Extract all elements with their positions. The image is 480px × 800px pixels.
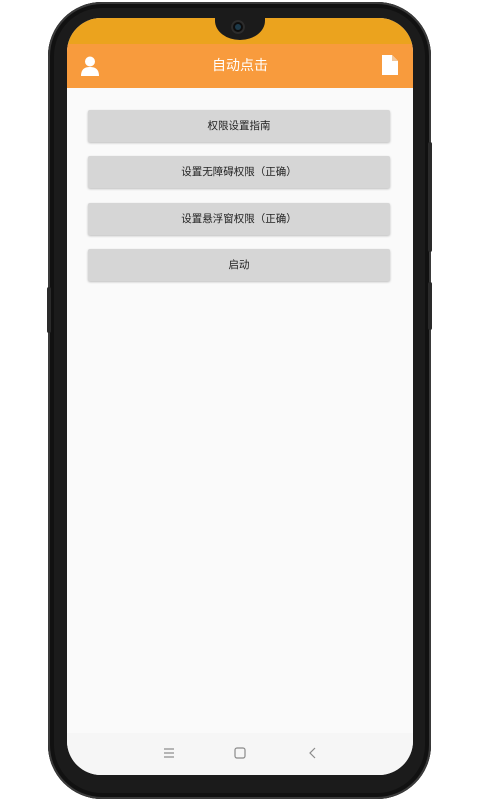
document-icon[interactable] bbox=[382, 55, 398, 75]
start-button[interactable]: 启动 bbox=[88, 249, 390, 281]
phone-screen: 自动点击 权限设置指南 设置无障碍权限（正确） 设置悬浮窗权限（正确） 启动 bbox=[67, 18, 413, 775]
permission-guide-button[interactable]: 权限设置指南 bbox=[88, 110, 390, 142]
accessibility-permission-button[interactable]: 设置无障碍权限（正确） bbox=[88, 156, 390, 188]
menu-icon[interactable] bbox=[161, 745, 177, 761]
left-side-button bbox=[47, 287, 51, 333]
home-icon[interactable] bbox=[232, 745, 248, 761]
back-icon[interactable] bbox=[305, 745, 321, 761]
volume-button bbox=[428, 142, 432, 252]
power-button bbox=[428, 282, 432, 330]
app-title: 自动点击 bbox=[212, 58, 268, 74]
overlay-permission-button[interactable]: 设置悬浮窗权限（正确） bbox=[88, 203, 390, 235]
navigation-bar bbox=[67, 733, 413, 775]
app-bar: 自动点击 bbox=[67, 44, 413, 88]
front-camera bbox=[231, 20, 245, 34]
